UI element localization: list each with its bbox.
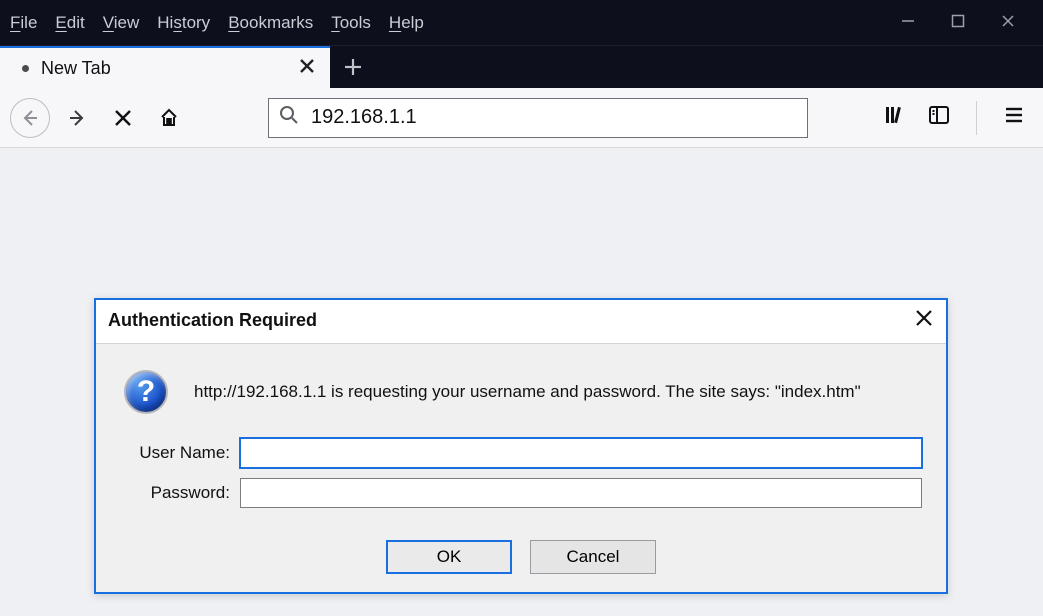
- tab-favicon-icon: [22, 65, 29, 72]
- page-content: Authentication Required ? http://192.168…: [0, 148, 1043, 616]
- tab-new-tab[interactable]: New Tab: [0, 46, 330, 88]
- forward-button[interactable]: [58, 99, 96, 137]
- close-window-icon[interactable]: [1001, 13, 1015, 33]
- cancel-button[interactable]: Cancel: [530, 540, 656, 574]
- address-bar-value: 192.168.1.1: [311, 106, 417, 129]
- auth-dialog-header: Authentication Required: [96, 300, 946, 344]
- close-dialog-icon[interactable]: [914, 308, 934, 333]
- window-controls: [901, 13, 1039, 33]
- search-icon: [279, 105, 299, 131]
- menu-file[interactable]: File: [10, 13, 37, 33]
- menu-view[interactable]: View: [103, 13, 140, 33]
- navigation-toolbar: 192.168.1.1: [0, 88, 1043, 148]
- menu-bar: File Edit View History Bookmarks Tools H…: [0, 0, 1043, 45]
- menu-bookmarks[interactable]: Bookmarks: [228, 13, 313, 33]
- menu-edit[interactable]: Edit: [55, 13, 84, 33]
- address-bar[interactable]: 192.168.1.1: [268, 98, 808, 138]
- auth-dialog-title: Authentication Required: [108, 310, 317, 331]
- home-button[interactable]: [150, 99, 188, 137]
- auth-dialog-message: http://192.168.1.1 is requesting your us…: [194, 382, 861, 402]
- ok-button[interactable]: OK: [386, 540, 512, 574]
- menu-help[interactable]: Help: [389, 13, 424, 33]
- auth-dialog: Authentication Required ? http://192.168…: [94, 298, 948, 594]
- sidebar-icon[interactable]: [928, 104, 950, 131]
- password-input[interactable]: [240, 478, 922, 508]
- tab-strip: New Tab: [0, 45, 1043, 88]
- password-label: Password:: [114, 483, 230, 503]
- menu-history[interactable]: History: [157, 13, 210, 33]
- toolbar-divider: [976, 101, 977, 135]
- username-label: User Name:: [114, 443, 230, 463]
- minimize-icon[interactable]: [901, 13, 915, 33]
- maximize-icon[interactable]: [951, 13, 965, 33]
- close-tab-icon[interactable]: [298, 57, 316, 80]
- stop-button[interactable]: [104, 99, 142, 137]
- tab-title: New Tab: [41, 58, 111, 79]
- username-input[interactable]: [240, 438, 922, 468]
- library-icon[interactable]: [884, 104, 906, 131]
- toolbar-right: [884, 101, 1031, 135]
- back-button[interactable]: [10, 98, 50, 138]
- new-tab-button[interactable]: [330, 46, 376, 88]
- question-icon: ?: [124, 370, 168, 414]
- menu-list: File Edit View History Bookmarks Tools H…: [10, 13, 424, 33]
- hamburger-menu-icon[interactable]: [1003, 104, 1025, 131]
- menu-tools[interactable]: Tools: [331, 13, 371, 33]
